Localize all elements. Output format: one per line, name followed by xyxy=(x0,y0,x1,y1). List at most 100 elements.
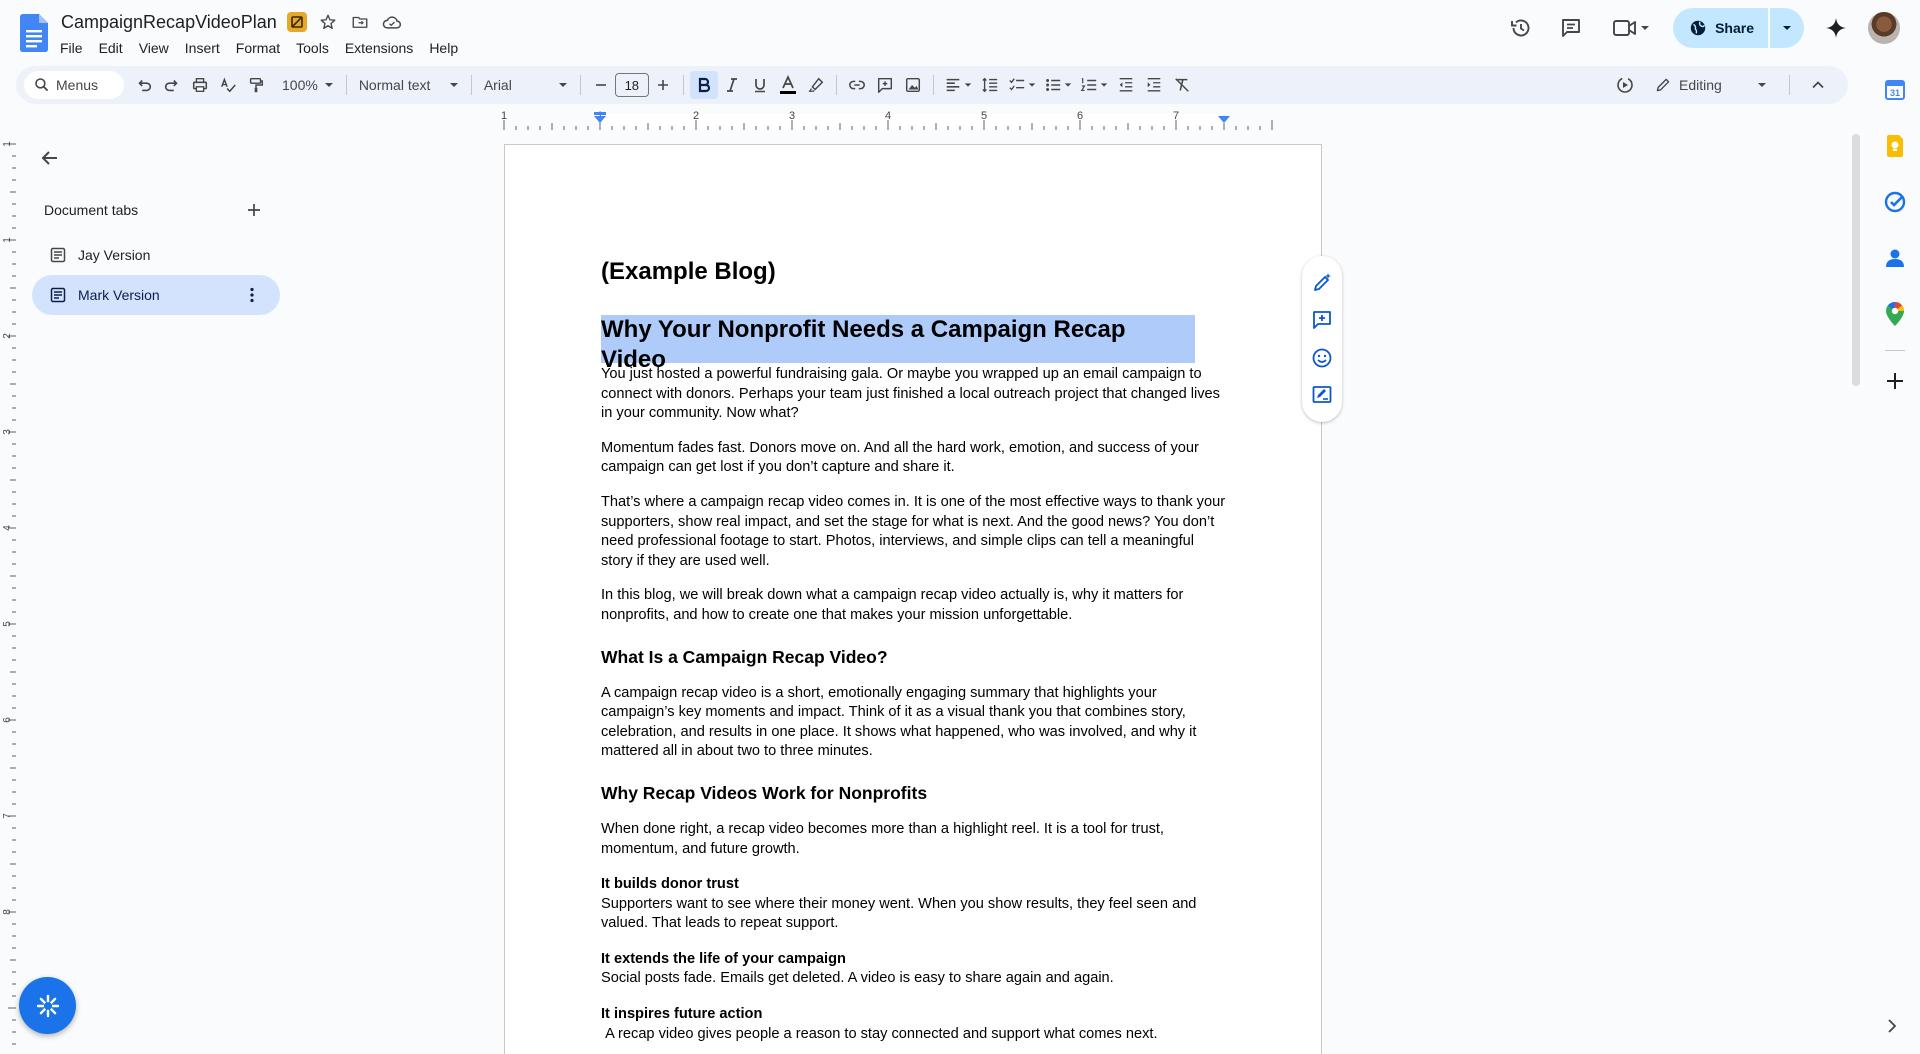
close-outline-button[interactable] xyxy=(36,144,64,172)
add-comment-button[interactable] xyxy=(871,71,899,99)
gemini-icon[interactable] xyxy=(1818,10,1854,46)
underline-button[interactable] xyxy=(746,71,774,99)
clear-formatting-button[interactable] xyxy=(1168,71,1196,99)
highlight-color-button[interactable] xyxy=(802,71,830,99)
ruler-label: 6 xyxy=(1077,110,1083,122)
italic-button[interactable] xyxy=(718,71,746,99)
more-vert-icon[interactable] xyxy=(242,285,262,305)
ruler-label: 5 xyxy=(981,110,987,122)
scrollbar-thumb[interactable] xyxy=(1852,134,1860,386)
search-icon xyxy=(34,77,50,93)
add-comment-icon[interactable] xyxy=(1308,306,1336,334)
paragraph-style-value: Normal text xyxy=(358,77,431,93)
side-panel: 31 xyxy=(1870,64,1920,1054)
share-dropdown-button[interactable] xyxy=(1770,8,1804,48)
paragraph-style-select[interactable]: Normal text xyxy=(353,71,465,99)
meet-button[interactable] xyxy=(1603,10,1659,46)
insert-link-button[interactable] xyxy=(843,71,871,99)
suggest-edits-icon[interactable] xyxy=(1308,381,1336,409)
bold-button[interactable] xyxy=(689,71,718,99)
offline-badge-icon[interactable] xyxy=(286,12,307,32)
ruler-label: 6 xyxy=(2,717,13,723)
vertical-ruler[interactable]: 1 1 2 3 4 5 6 7 8 xyxy=(0,134,16,1054)
menu-view[interactable]: View xyxy=(131,36,177,60)
get-addons-icon[interactable] xyxy=(1879,365,1911,397)
link-icon xyxy=(848,76,866,94)
increase-indent-button[interactable] xyxy=(1140,71,1168,99)
insert-image-button[interactable] xyxy=(899,71,927,99)
paragraph: A campaign recap video is a short, emoti… xyxy=(601,684,1197,760)
print-button[interactable] xyxy=(186,71,214,99)
menu-edit[interactable]: Edit xyxy=(91,36,131,60)
checklist-button[interactable] xyxy=(1004,71,1040,99)
example-heading: (Example Blog) xyxy=(601,258,776,285)
tab-jay-version[interactable]: Jay Version xyxy=(32,235,280,275)
font-select[interactable]: Arial xyxy=(478,71,574,99)
cloud-saved-icon[interactable] xyxy=(381,11,403,33)
align-button[interactable] xyxy=(940,71,976,99)
document-body[interactable]: (Example Blog) Why Your Nonprofit Needs … xyxy=(601,255,1227,1044)
zoom-value: 100% xyxy=(282,77,318,93)
menu-format[interactable]: Format xyxy=(228,36,288,60)
zoom-select[interactable]: 100% xyxy=(276,71,340,99)
contacts-icon[interactable] xyxy=(1879,242,1911,274)
share-button[interactable]: Share xyxy=(1673,8,1768,48)
spellcheck-button[interactable] xyxy=(214,71,242,99)
version-history-icon[interactable] xyxy=(1503,10,1539,46)
clear-formatting-icon xyxy=(1173,76,1191,94)
tab-mark-version[interactable]: Mark Version xyxy=(32,275,280,315)
keep-icon[interactable] xyxy=(1879,130,1911,162)
document-title[interactable]: CampaignRecapVideoPlan xyxy=(61,10,277,34)
svg-text:31: 31 xyxy=(1890,88,1900,98)
gemini-refine-button[interactable] xyxy=(1611,71,1639,99)
menu-file[interactable]: File xyxy=(52,36,91,60)
increase-font-size-button[interactable] xyxy=(649,71,677,99)
numbered-list-button[interactable] xyxy=(1076,71,1112,99)
spellcheck-icon xyxy=(219,76,237,94)
move-folder-icon[interactable] xyxy=(349,11,371,33)
menus-search[interactable]: Menus xyxy=(24,71,124,99)
paint-format-button[interactable] xyxy=(242,71,270,99)
bold-subheading: It builds donor trust xyxy=(601,876,739,893)
undo-button[interactable] xyxy=(130,71,158,99)
editing-mode-select[interactable]: Editing xyxy=(1647,70,1775,100)
menu-tools[interactable]: Tools xyxy=(288,36,337,60)
tab-label: Mark Version xyxy=(78,287,160,303)
menu-extensions[interactable]: Extensions xyxy=(337,36,421,60)
undo-icon xyxy=(135,76,153,94)
document-page[interactable]: (Example Blog) Why Your Nonprofit Needs … xyxy=(504,144,1322,1054)
docs-logo-icon[interactable] xyxy=(20,14,48,52)
tasks-icon[interactable] xyxy=(1879,186,1911,218)
paragraph: That’s where a campaign recap video come… xyxy=(601,493,1226,569)
checklist-icon xyxy=(1008,76,1026,94)
maps-icon[interactable] xyxy=(1879,298,1911,330)
horizontal-ruler[interactable]: 11234567 xyxy=(0,110,1340,132)
decrease-font-size-button[interactable] xyxy=(587,71,615,99)
menu-insert[interactable]: Insert xyxy=(177,36,228,60)
ruler-label: 8 xyxy=(2,909,13,915)
account-avatar[interactable] xyxy=(1868,12,1900,44)
line-spacing-button[interactable] xyxy=(976,71,1004,99)
vertical-scrollbar[interactable] xyxy=(1848,130,1862,1054)
star-icon[interactable] xyxy=(317,11,339,33)
ruler-label: 1 xyxy=(2,141,13,147)
emoji-reaction-icon[interactable] xyxy=(1308,344,1336,372)
bulleted-list-button[interactable] xyxy=(1040,71,1076,99)
show-side-panel-icon[interactable] xyxy=(1882,1016,1902,1036)
comments-icon[interactable] xyxy=(1553,10,1589,46)
paragraph: Momentum fades fast. Donors move on. And… xyxy=(601,439,1199,476)
ruler-label: 4 xyxy=(2,525,13,531)
text-color-button[interactable] xyxy=(774,71,802,99)
add-tab-icon[interactable] xyxy=(244,200,264,220)
hide-menus-button[interactable] xyxy=(1804,71,1832,99)
paint-roller-icon xyxy=(247,76,265,94)
redo-button[interactable] xyxy=(158,71,186,99)
help-me-write-icon[interactable] xyxy=(1308,269,1336,297)
menu-help[interactable]: Help xyxy=(421,36,466,60)
decrease-indent-button[interactable] xyxy=(1112,71,1140,99)
refine-icon xyxy=(1615,75,1635,95)
assistant-fab-button[interactable] xyxy=(19,977,76,1034)
font-size-input[interactable]: 18 xyxy=(614,73,649,97)
calendar-icon[interactable]: 31 xyxy=(1879,74,1911,106)
ruler-label: 7 xyxy=(2,813,13,819)
